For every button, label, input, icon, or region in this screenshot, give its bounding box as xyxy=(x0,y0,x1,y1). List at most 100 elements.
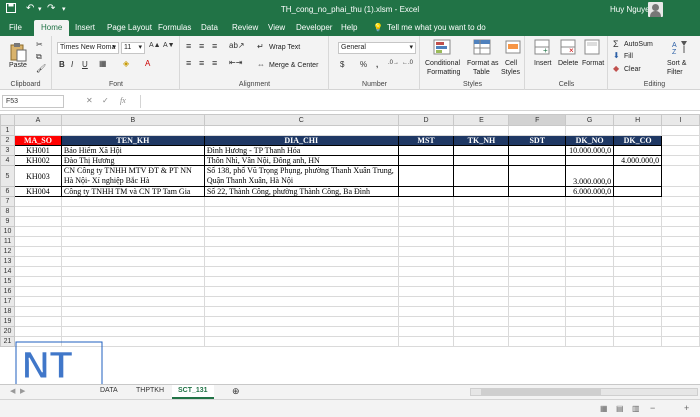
horizontal-scrollbar[interactable] xyxy=(470,388,698,396)
row-header[interactable]: 19 xyxy=(0,316,15,327)
delete-button[interactable]: Delete xyxy=(558,60,578,67)
cell[interactable] xyxy=(565,236,615,247)
cell[interactable] xyxy=(613,296,663,307)
orientation-icon[interactable]: ab↗ xyxy=(229,41,245,50)
cell[interactable] xyxy=(60,256,205,267)
cell-sdt[interactable] xyxy=(508,186,567,197)
header-dk-no[interactable]: DK_NO xyxy=(565,135,615,146)
fill-icon[interactable]: ⬇ xyxy=(613,51,620,60)
cell[interactable] xyxy=(397,326,455,337)
cell[interactable] xyxy=(60,276,205,287)
increase-decimal-icon[interactable]: .0→ xyxy=(388,60,399,66)
normal-view-icon[interactable]: ▦ xyxy=(600,404,608,413)
cell[interactable] xyxy=(613,306,663,317)
column-header-c[interactable]: C xyxy=(203,114,399,126)
row-header[interactable]: 1 xyxy=(0,125,15,136)
cell[interactable] xyxy=(661,286,700,297)
cell[interactable] xyxy=(613,196,663,207)
insert-button[interactable]: Insert xyxy=(534,60,552,67)
tab-formulas[interactable]: Formulas xyxy=(158,23,191,32)
cell-tk-nh[interactable] xyxy=(453,186,510,197)
cell[interactable] xyxy=(508,296,567,307)
header-dk-co[interactable]: DK_CO xyxy=(613,135,663,146)
cell[interactable] xyxy=(613,216,663,227)
cell[interactable] xyxy=(13,246,62,257)
add-sheet-icon[interactable]: ⊕ xyxy=(226,384,246,398)
align-right-icon[interactable]: ≡ xyxy=(212,58,217,68)
cell[interactable] xyxy=(661,236,700,247)
cell[interactable] xyxy=(203,216,399,227)
cell[interactable] xyxy=(508,206,567,217)
cell-dia-chi[interactable]: Đình Hương - TP Thanh Hóa xyxy=(203,145,399,156)
cell-mst[interactable] xyxy=(397,145,455,156)
cell-dia-chi[interactable]: Thôn Nhì, Vân Nội, Đông anh, HN xyxy=(203,155,399,166)
tab-insert[interactable]: Insert xyxy=(75,23,95,32)
cell[interactable] xyxy=(661,336,700,347)
name-box[interactable]: F53 xyxy=(2,95,64,108)
column-header-b[interactable]: B xyxy=(60,114,205,126)
row-header[interactable]: 8 xyxy=(0,206,15,217)
cell[interactable] xyxy=(453,206,510,217)
cell[interactable] xyxy=(397,306,455,317)
scrollbar-thumb[interactable] xyxy=(481,389,601,395)
cell-ma-so[interactable]: KH004 xyxy=(13,186,62,197)
cell[interactable] xyxy=(397,216,455,227)
cell[interactable] xyxy=(453,286,510,297)
cell[interactable] xyxy=(203,286,399,297)
row-header[interactable]: 9 xyxy=(0,216,15,227)
row-header[interactable]: 5 xyxy=(0,165,15,187)
cell[interactable] xyxy=(508,336,567,347)
cell[interactable] xyxy=(565,276,615,287)
cell[interactable] xyxy=(203,276,399,287)
cell[interactable] xyxy=(565,306,615,317)
cell[interactable] xyxy=(565,206,615,217)
sheet-tab-sct-131[interactable]: SCT_131 xyxy=(172,385,214,399)
cell[interactable] xyxy=(508,246,567,257)
cell[interactable] xyxy=(565,286,615,297)
font-size-select[interactable]: 11 xyxy=(121,42,145,54)
cell[interactable] xyxy=(613,336,663,347)
cell[interactable] xyxy=(661,196,700,207)
row-header[interactable]: 7 xyxy=(0,196,15,207)
merge-center-button[interactable]: Merge & Center xyxy=(269,62,318,69)
cell[interactable] xyxy=(60,246,205,257)
cell[interactable] xyxy=(565,326,615,337)
cell[interactable] xyxy=(661,256,700,267)
cut-icon[interactable]: ✂ xyxy=(36,40,43,49)
row-header[interactable]: 6 xyxy=(0,186,15,197)
cell-sdt[interactable] xyxy=(508,165,567,187)
cell[interactable] xyxy=(397,236,455,247)
cell[interactable] xyxy=(203,316,399,327)
underline-button[interactable]: U xyxy=(82,60,88,69)
cell[interactable] xyxy=(60,226,205,237)
row-header[interactable]: 11 xyxy=(0,236,15,247)
cell[interactable] xyxy=(60,326,205,337)
align-top-icon[interactable]: ≡ xyxy=(186,41,191,51)
cell[interactable] xyxy=(13,226,62,237)
cell[interactable] xyxy=(397,246,455,257)
cell-dk-no[interactable]: 6.000.000,0 xyxy=(565,186,615,197)
cell[interactable] xyxy=(613,326,663,337)
wrap-text-icon[interactable]: ↵ xyxy=(257,42,264,51)
cell[interactable] xyxy=(13,306,62,317)
cell-styles-button-line2[interactable]: Styles xyxy=(501,69,520,76)
cell[interactable] xyxy=(60,286,205,297)
copy-icon[interactable]: ⧉ xyxy=(36,52,42,62)
cell[interactable] xyxy=(397,336,455,347)
avatar[interactable] xyxy=(648,2,663,17)
tab-review[interactable]: Review xyxy=(232,23,258,32)
row-header[interactable]: 21 xyxy=(0,336,15,347)
cancel-icon[interactable]: ✕ xyxy=(86,96,93,105)
cell[interactable] xyxy=(60,266,205,277)
cell[interactable] xyxy=(565,266,615,277)
cell[interactable] xyxy=(508,306,567,317)
comma-button[interactable]: , xyxy=(376,60,378,69)
cell[interactable] xyxy=(453,256,510,267)
cell[interactable] xyxy=(453,296,510,307)
cell[interactable] xyxy=(508,216,567,227)
column-header-f[interactable]: F xyxy=(508,114,567,126)
tab-page-layout[interactable]: Page Layout xyxy=(107,23,152,32)
cell-mst[interactable] xyxy=(397,186,455,197)
conditional-formatting-button-line2[interactable]: Formatting xyxy=(427,69,460,76)
cell-sdt[interactable] xyxy=(508,145,567,156)
